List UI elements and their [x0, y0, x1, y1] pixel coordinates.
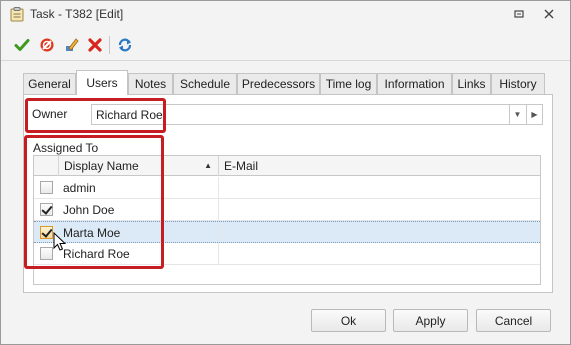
display-name-cell: John Doe — [59, 199, 219, 220]
toolbar — [1, 29, 570, 61]
task-clipboard-icon — [10, 7, 24, 22]
task-edit-window: Task - T382 [Edit] General Users Notes S… — [0, 0, 571, 345]
owner-label: Owner — [32, 107, 68, 121]
title-bar: Task - T382 [Edit] — [1, 1, 570, 27]
next-arrow-icon[interactable]: ▶ — [526, 105, 542, 124]
tab-predecessors[interactable]: Predecessors — [237, 73, 320, 94]
delete-x-icon[interactable] — [86, 36, 104, 54]
sort-ascending-icon: ▲ — [204, 161, 212, 170]
save-check-icon[interactable] — [13, 36, 31, 54]
tab-strip: General Users Notes Schedule Predecessor… — [23, 70, 553, 95]
display-name-cell: admin — [59, 177, 219, 198]
tab-notes[interactable]: Notes — [128, 73, 173, 94]
owner-combobox[interactable]: Richard Roe ▼ ▶ — [91, 104, 543, 125]
window-title: Task - T382 [Edit] — [30, 7, 124, 21]
grid-header: Display Name ▲ E-Mail — [34, 156, 540, 176]
toolbar-separator — [109, 36, 110, 54]
display-name-cell: Marta Moe — [59, 222, 219, 243]
assigned-users-grid: Display Name ▲ E-Mail admin John Doe Mar… — [33, 155, 541, 285]
table-row[interactable]: admin — [34, 177, 540, 199]
cancel-button[interactable]: Cancel — [476, 309, 551, 332]
refresh-icon[interactable] — [116, 36, 134, 54]
email-cell — [219, 222, 540, 243]
display-name-column-header[interactable]: Display Name ▲ — [59, 156, 219, 176]
row-checkbox[interactable] — [40, 181, 53, 194]
tab-users[interactable]: Users — [76, 70, 128, 95]
assigned-to-label: Assigned To — [33, 141, 99, 155]
restore-icon[interactable] — [511, 6, 527, 22]
ok-button[interactable]: Ok — [311, 309, 386, 332]
row-checkbox-cell — [34, 177, 59, 198]
mouse-cursor-icon — [53, 231, 67, 252]
table-row[interactable]: John Doe — [34, 199, 540, 221]
email-cell — [219, 243, 540, 264]
email-header-label: E-Mail — [224, 159, 259, 173]
close-icon[interactable] — [541, 6, 557, 22]
table-row[interactable]: Richard Roe — [34, 243, 540, 265]
row-checkbox[interactable] — [40, 247, 53, 260]
display-name-cell: Richard Roe — [59, 243, 219, 264]
row-checkbox[interactable] — [40, 226, 53, 239]
tab-links[interactable]: Links — [452, 73, 491, 94]
email-cell — [219, 177, 540, 198]
row-checkbox-cell — [34, 199, 59, 220]
dropdown-arrow-icon[interactable]: ▼ — [509, 105, 525, 124]
owner-value: Richard Roe — [96, 108, 163, 122]
apply-button[interactable]: Apply — [393, 309, 468, 332]
row-checkbox[interactable] — [40, 203, 53, 216]
table-row-selected[interactable]: Marta Moe — [34, 221, 540, 243]
tab-time-log[interactable]: Time log — [320, 73, 377, 94]
tab-general[interactable]: General — [23, 73, 76, 94]
email-column-header[interactable]: E-Mail — [219, 156, 540, 176]
tab-information[interactable]: Information — [377, 73, 452, 94]
tab-schedule[interactable]: Schedule — [173, 73, 237, 94]
cancel-icon[interactable] — [38, 36, 56, 54]
email-cell — [219, 199, 540, 220]
display-name-header-label: Display Name — [64, 159, 139, 173]
check-column-header[interactable] — [34, 156, 59, 176]
edit-pencil-icon[interactable] — [63, 36, 81, 54]
tab-history[interactable]: History — [491, 73, 545, 94]
